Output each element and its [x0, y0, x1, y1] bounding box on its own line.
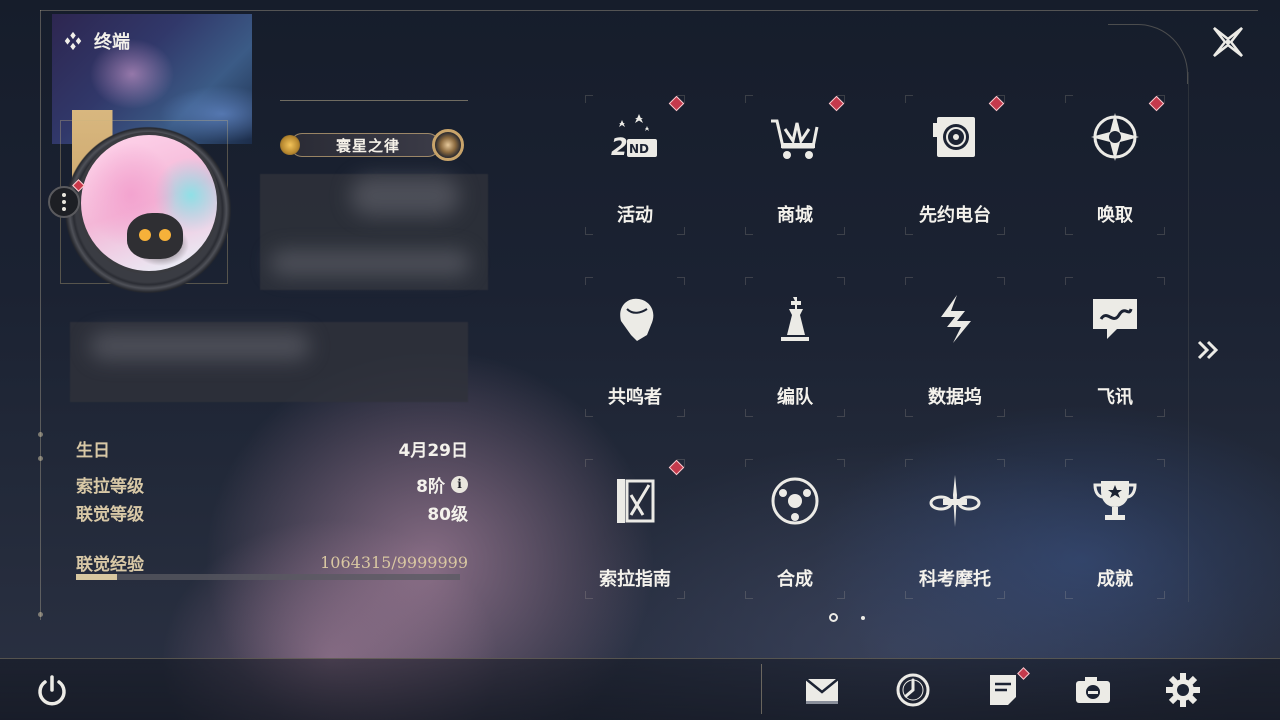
resonator-portrait-icon: [620, 298, 654, 341]
redacted-glow: [270, 250, 470, 276]
more-dots-icon: [62, 200, 66, 204]
stat-label: 索拉等级: [76, 476, 144, 497]
redacted-glow: [350, 176, 460, 216]
menu-item-team[interactable]: 编队: [745, 277, 845, 417]
mail-icon[interactable]: [802, 670, 842, 710]
profile-avatar[interactable]: [58, 110, 248, 300]
databank-icon: [941, 295, 971, 343]
avatar: [78, 132, 220, 274]
stat-value: 8阶: [416, 476, 445, 497]
menu-item-label: 合成: [777, 569, 813, 590]
diamond-cluster-icon: [64, 31, 82, 51]
camera-icon[interactable]: [1073, 670, 1113, 710]
menu-item-label: 商城: [777, 205, 813, 226]
menu-item-databank[interactable]: 数据坞: [905, 277, 1005, 417]
menu-item-activity[interactable]: 2 ND 活动: [585, 95, 685, 235]
exp-progress-fill: [76, 574, 117, 580]
menu-item-messages[interactable]: 飞讯: [1065, 277, 1165, 417]
menu-item-label: 唤取: [1097, 205, 1133, 226]
notice-board-icon[interactable]: [983, 670, 1023, 710]
bottom-separator: [761, 664, 762, 714]
frame-right-line: [1188, 72, 1189, 602]
menu-item-convene[interactable]: 唤取: [1065, 95, 1165, 235]
svg-text:ND: ND: [629, 142, 649, 156]
activity-2nd-icon: 2 ND: [611, 114, 657, 161]
frame-top-line: [40, 10, 1258, 11]
stat-label: 联觉等级: [76, 504, 144, 525]
menu-item-label: 成就: [1097, 569, 1133, 590]
menu-item-label: 共鸣者: [608, 387, 662, 408]
motorbike-icon: [929, 475, 981, 527]
menu-item-label: 活动: [617, 205, 653, 226]
stat-value: 80级: [427, 504, 468, 525]
more-dots-icon: [62, 207, 66, 211]
menu-item-label: 科考摩托: [919, 569, 991, 590]
info-icon[interactable]: i: [451, 475, 468, 493]
title-divider: [280, 100, 468, 101]
synthesis-icon: [771, 477, 819, 525]
menu-item-label: 先约电台: [919, 205, 991, 226]
stat-row-union-exp: 联觉经验 1064315/9999999: [76, 550, 468, 575]
menu-item-label: 索拉指南: [599, 569, 671, 590]
cat-avatar-image: [127, 213, 183, 259]
title-badge-button[interactable]: 寰星之律: [280, 129, 466, 161]
exp-progress-bar: [76, 574, 460, 580]
title-badge-text: 寰星之律: [335, 137, 400, 155]
menu-item-guide[interactable]: 索拉指南: [585, 459, 685, 599]
frame-dot: [38, 456, 43, 461]
terminal-header: 终端: [62, 28, 130, 54]
stat-value-wrap: 8阶 i: [416, 472, 468, 497]
chess-pieces-icon: [781, 297, 809, 341]
stat-value: 4月29日: [398, 440, 469, 461]
menu-item-label: 编队: [777, 387, 813, 408]
menu-item-shop[interactable]: 商城: [745, 95, 845, 235]
guidebook-icon: [617, 479, 655, 523]
menu-item-resonators[interactable]: 共鸣者: [585, 277, 685, 417]
shopping-cart-icon: [771, 119, 819, 159]
terminal-title: 终端: [94, 32, 130, 53]
menu-item-label: 数据坞: [928, 387, 982, 408]
trophy-icon: [1093, 481, 1137, 520]
more-dots-icon: [62, 193, 66, 197]
power-icon[interactable]: [34, 673, 70, 709]
page-indicator[interactable]: [861, 616, 865, 620]
sun-emblem-icon: [280, 135, 300, 155]
menu-item-radio[interactable]: 先约电台: [905, 95, 1005, 235]
chat-bubble-icon: [1093, 299, 1137, 339]
stat-label: 生日: [76, 440, 110, 461]
menu-item-motorbike[interactable]: 科考摩托: [905, 459, 1005, 599]
page-indicator-active[interactable]: [829, 613, 838, 622]
frame-dot: [38, 612, 43, 617]
menu-item-label: 飞讯: [1097, 387, 1133, 408]
orb-emblem-icon: [432, 129, 464, 161]
stat-row-union-level: 联觉等级 80级: [76, 500, 468, 525]
stat-row-birthday: 生日 4月29日: [76, 436, 469, 461]
menu-item-synthesis[interactable]: 合成: [745, 459, 845, 599]
radio-record-icon: [933, 117, 975, 157]
svg-text:2: 2: [611, 133, 628, 161]
close-star-icon[interactable]: [1208, 22, 1248, 62]
avatar-more-button[interactable]: [48, 186, 80, 218]
frame-dot: [38, 432, 43, 437]
frame-left-line: [40, 10, 41, 620]
exp-value: 1064315/9999999: [320, 552, 468, 572]
gear-icon[interactable]: [1163, 670, 1203, 710]
convene-star-icon: [1091, 113, 1139, 161]
menu-item-achievements[interactable]: 成就: [1065, 459, 1165, 599]
double-chevron-right-icon[interactable]: [1194, 336, 1222, 364]
redacted-glow: [90, 332, 310, 360]
stat-label: 联觉经验: [76, 554, 144, 575]
clock-icon[interactable]: [893, 670, 933, 710]
stat-row-sol-rank: 索拉等级 8阶 i: [76, 472, 468, 497]
